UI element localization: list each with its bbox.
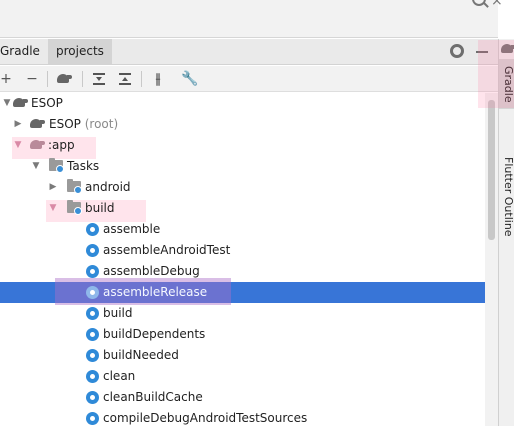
- side-tab-flutter-outline[interactable]: Flutter Outline: [499, 137, 514, 257]
- task-row[interactable]: cleanBuildCache: [0, 387, 498, 408]
- tree-row-label: Tasks: [67, 159, 100, 173]
- task-label: buildNeeded: [103, 348, 179, 362]
- gear-icon: [86, 370, 99, 383]
- gear-icon: [86, 286, 99, 299]
- collapse-all-icon: [119, 73, 131, 85]
- search-icon[interactable]: [472, 0, 486, 6]
- gear-icon: [86, 391, 99, 404]
- task-row-selected[interactable]: assembleRelease: [0, 278, 498, 305]
- task-row[interactable]: buildDependents: [0, 324, 498, 345]
- offline-toggle-button[interactable]: ⫲: [148, 69, 168, 89]
- tree-row-android[interactable]: ▶ android: [0, 177, 498, 198]
- folder-icon: [67, 179, 82, 194]
- close-icon[interactable]: ×: [491, 0, 503, 8]
- task-row[interactable]: assemble: [0, 219, 498, 240]
- expand-all-button[interactable]: [89, 69, 109, 89]
- tree-row-label: build: [85, 201, 115, 215]
- collapsed-arrow-icon[interactable]: ▶: [48, 177, 58, 198]
- add-button[interactable]: +: [0, 69, 16, 89]
- collapsed-arrow-icon[interactable]: ▶: [13, 114, 23, 135]
- gear-icon: [86, 328, 99, 341]
- expanded-arrow-icon[interactable]: ▼: [48, 198, 58, 219]
- gear-icon: [86, 244, 99, 257]
- folder-icon: [67, 200, 82, 215]
- tree-row-label: ESOP: [49, 117, 81, 131]
- toolbar-divider: [47, 71, 48, 87]
- plus-icon: +: [0, 71, 12, 87]
- gear-icon: [86, 223, 99, 236]
- task-label: buildDependents: [103, 327, 206, 341]
- top-strip: ×: [0, 0, 503, 38]
- tab-projects[interactable]: projects: [48, 39, 112, 64]
- tree-row-label: :app: [48, 138, 75, 152]
- gradle-toolbar: + − ⫲ 🔧: [0, 66, 498, 92]
- gear-icon: [86, 349, 99, 362]
- task-row[interactable]: compileDebugAndroidTestSources: [0, 408, 498, 426]
- task-label: clean: [103, 369, 136, 383]
- gradle-tree: ▼ ESOP ▶ ESOP (root) ▼ :app ▼ Tasks ▶ an…: [0, 93, 498, 426]
- tree-row-build-folder[interactable]: ▼ build: [0, 198, 498, 219]
- task-label: build: [103, 306, 133, 320]
- tree-row-esop[interactable]: ▼ ESOP: [0, 93, 498, 114]
- expanded-arrow-icon[interactable]: ▼: [2, 93, 12, 114]
- task-row[interactable]: clean: [0, 366, 498, 387]
- elephant-icon: [30, 139, 46, 151]
- elephant-icon: [57, 73, 73, 85]
- tree-row-label: android: [85, 180, 131, 194]
- task-label: assembleAndroidTest: [103, 243, 231, 257]
- toolbar-divider: [82, 71, 83, 87]
- toolbar-divider: [141, 71, 142, 87]
- tree-row-suffix: (root): [84, 117, 119, 131]
- gear-icon: [86, 265, 99, 278]
- gear-icon[interactable]: [450, 44, 464, 58]
- tree-row-label: ESOP: [31, 96, 63, 110]
- task-label: cleanBuildCache: [103, 390, 203, 404]
- tree-row-app[interactable]: ▼ :app: [0, 135, 498, 156]
- tool-window-tabbar: Gradle projects: [0, 39, 498, 65]
- minus-icon: −: [26, 71, 38, 87]
- task-label: assemble: [103, 222, 161, 236]
- tab-gradle[interactable]: Gradle: [0, 39, 48, 64]
- expanded-arrow-icon[interactable]: ▼: [31, 156, 41, 177]
- gradle-settings-button[interactable]: 🔧: [180, 69, 200, 89]
- elephant-icon: [30, 118, 46, 130]
- scrollbar-thumb[interactable]: [488, 100, 495, 240]
- gear-icon: [86, 307, 99, 320]
- remove-button[interactable]: −: [22, 69, 42, 89]
- task-row[interactable]: assembleAndroidTest: [0, 240, 498, 261]
- task-label: compileDebugAndroidTestSources: [103, 411, 308, 425]
- gradle-run-button[interactable]: [55, 69, 75, 89]
- tree-row-tasks[interactable]: ▼ Tasks: [0, 156, 498, 177]
- task-row[interactable]: buildNeeded: [0, 345, 498, 366]
- task-row[interactable]: build: [0, 303, 498, 324]
- wrench-icon: 🔧: [181, 71, 199, 87]
- highlight-gradle-tab: [478, 40, 514, 108]
- folder-icon: [49, 158, 64, 173]
- collapse-all-button[interactable]: [115, 69, 135, 89]
- task-label: assembleRelease: [103, 285, 208, 299]
- elephant-icon: [13, 97, 29, 109]
- expand-all-icon: [93, 73, 105, 85]
- expanded-arrow-icon[interactable]: ▼: [13, 135, 23, 156]
- offline-toggle-icon: ⫲: [155, 71, 161, 87]
- gear-icon: [86, 412, 99, 425]
- tree-row-esop-root[interactable]: ▶ ESOP (root): [0, 114, 498, 135]
